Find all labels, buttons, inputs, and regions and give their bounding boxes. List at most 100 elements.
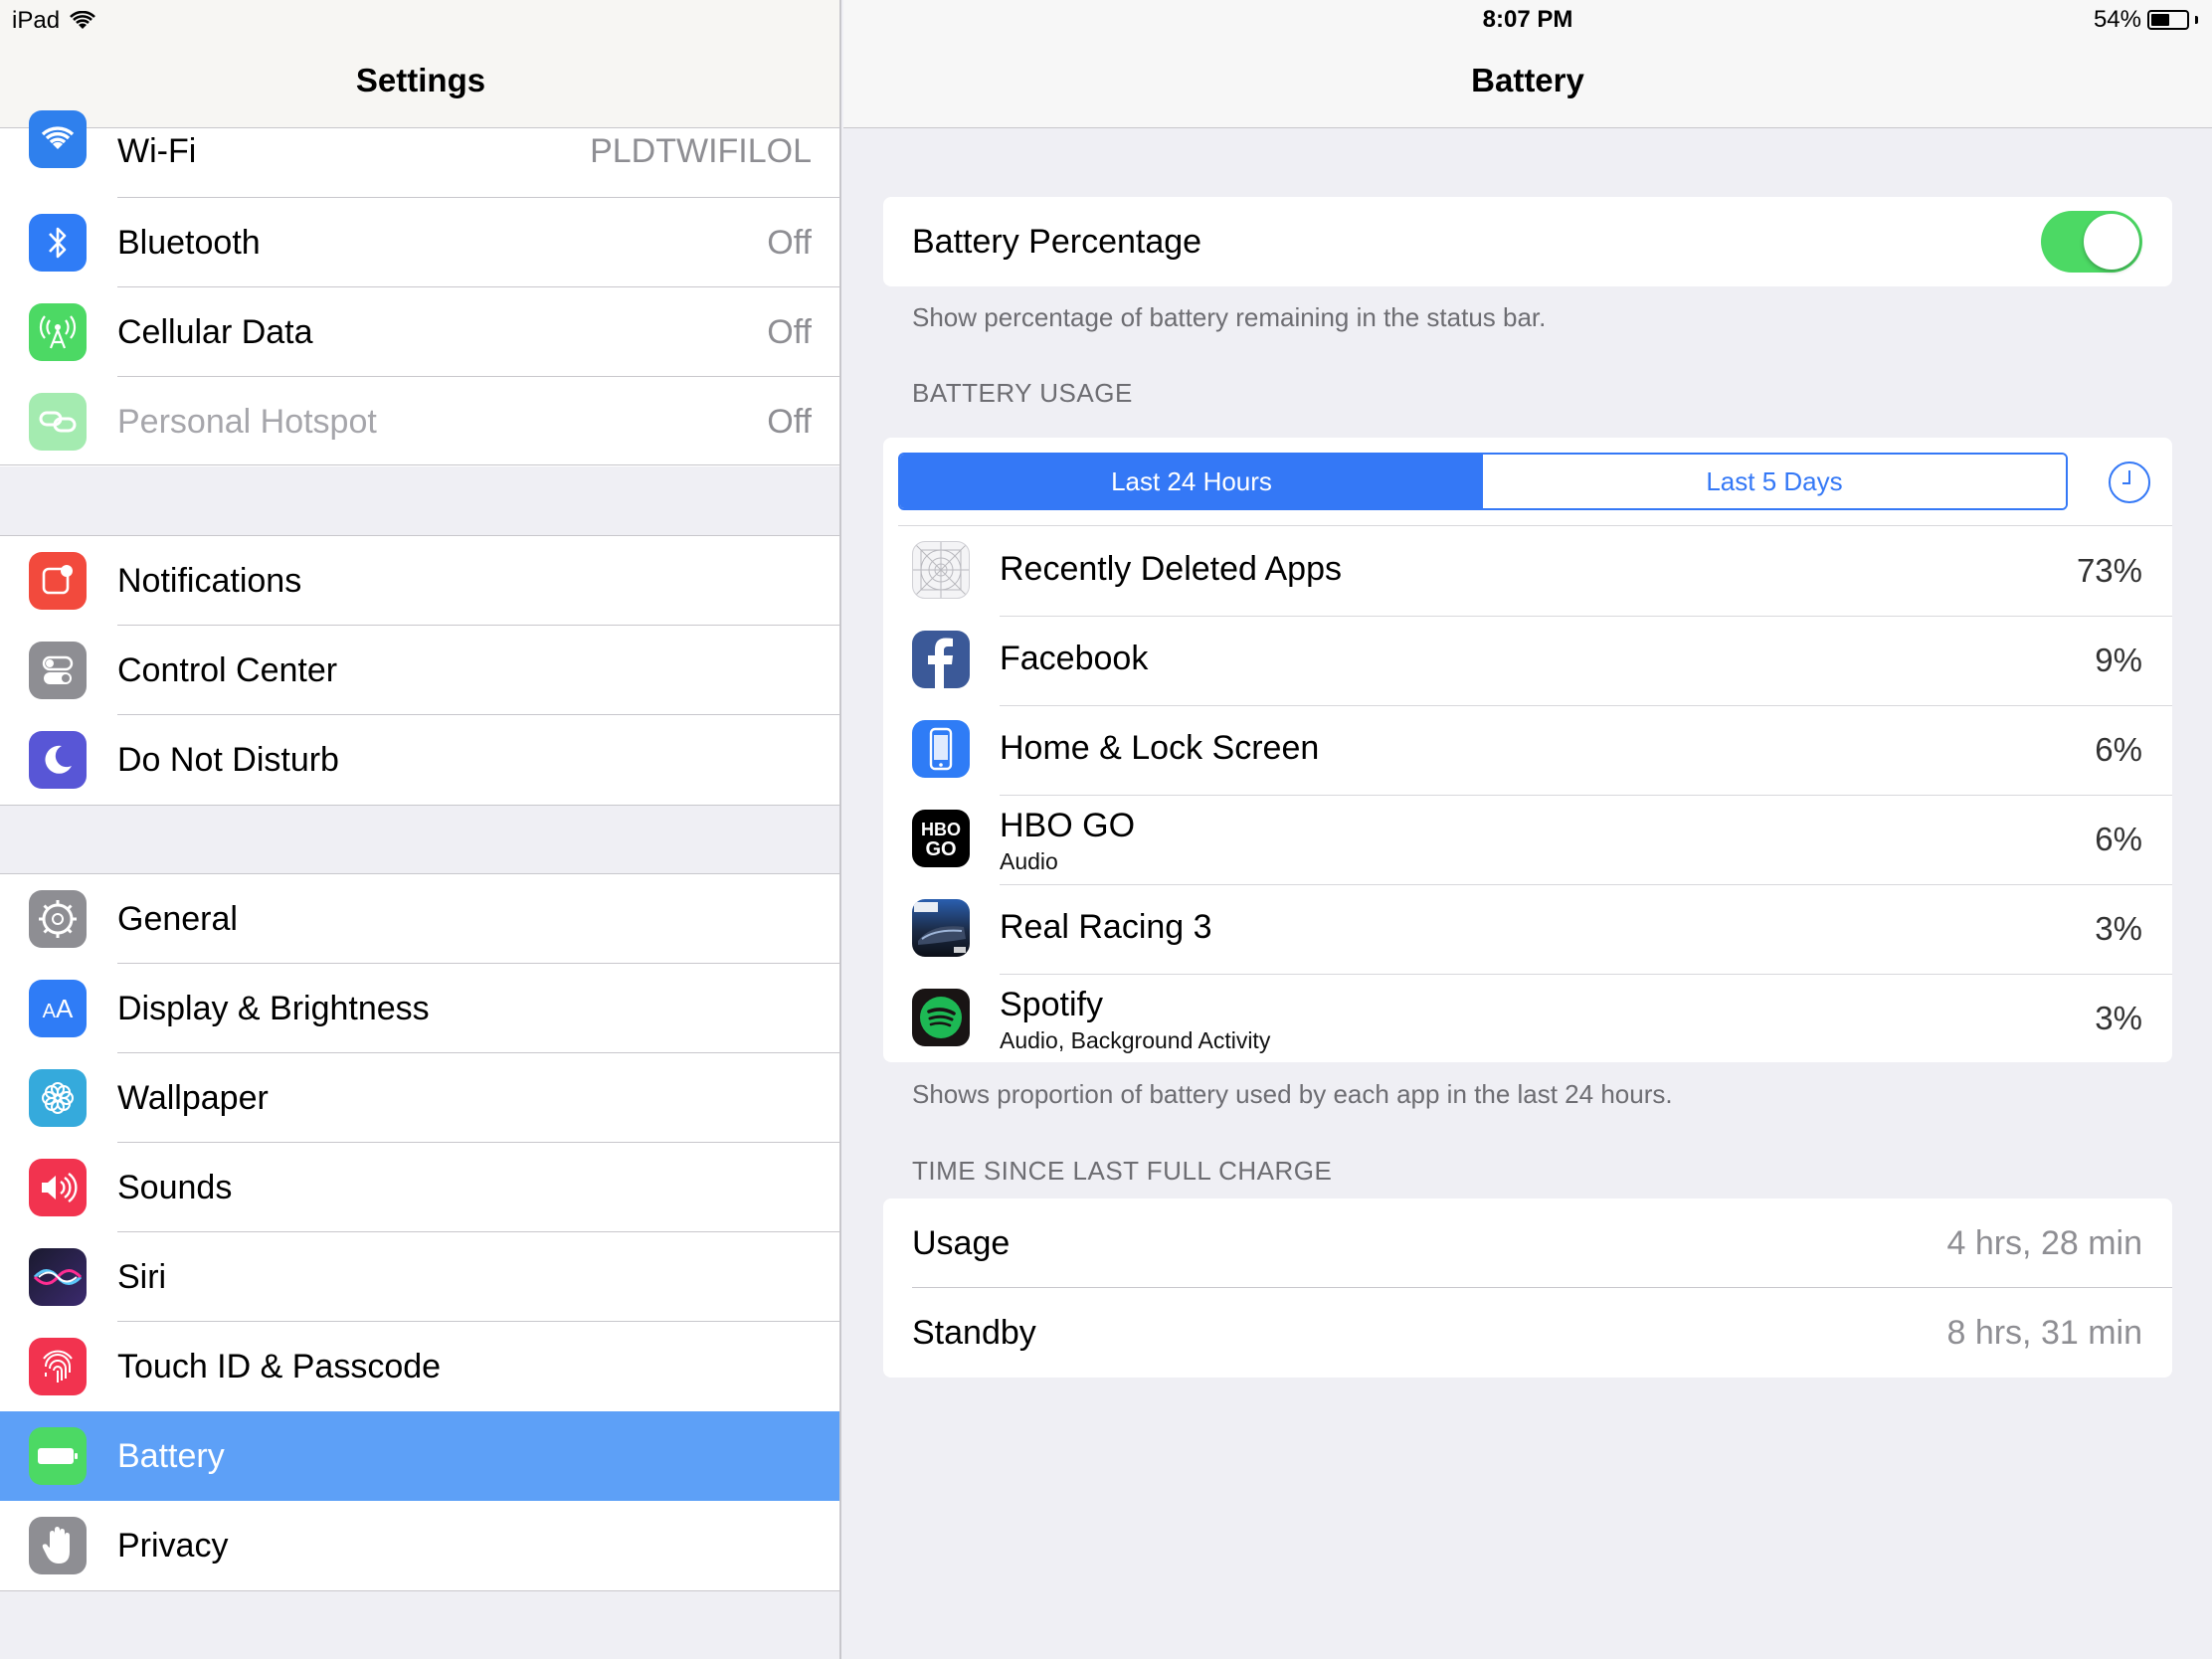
wifi-icon (29, 110, 87, 168)
svg-text:HBO: HBO (921, 820, 961, 839)
usage-label: Usage (912, 1224, 1011, 1262)
sidebar-item-bluetooth[interactable]: Bluetooth Off (0, 198, 839, 287)
app-percent: 6% (2095, 821, 2142, 857)
list-item: Facebook 9% (883, 616, 2172, 705)
battery-percentage-card: Battery Percentage (883, 197, 2172, 286)
battery-percentage-toggle[interactable] (2041, 211, 2142, 273)
home-lock-icon (912, 720, 970, 778)
list-item: HBO GO HBO GO Audio 6% (883, 795, 2172, 884)
app-name: Real Racing 3 (1000, 908, 1212, 946)
wifi-status-icon (70, 11, 95, 29)
sidebar-item-cellular-data[interactable]: Cellular Data Off (0, 287, 839, 377)
list-item: Home & Lock Screen 6% (883, 705, 2172, 795)
sidebar-item-do-not-disturb[interactable]: Do Not Disturb (0, 715, 839, 805)
battery-status-icon (2147, 10, 2189, 30)
fingerprint-icon (29, 1338, 87, 1395)
bluetooth-value: Off (767, 224, 812, 262)
display-icon: AA (29, 980, 87, 1037)
display-icon-glyph: AA (42, 993, 74, 1023)
sidebar-item-label: Wallpaper (117, 1079, 269, 1117)
list-item: Spotify Audio, Background Activity 3% (883, 974, 2172, 1063)
toggle-knob (2084, 214, 2139, 270)
bluetooth-icon (29, 214, 87, 272)
device-name: iPad (12, 7, 61, 34)
sidebar-item-label: Personal Hotspot (117, 403, 377, 441)
sidebar-item-wifi[interactable]: Wi-Fi PLDTWIFILOL (0, 110, 839, 198)
sidebar-item-label: General (117, 900, 238, 938)
charge-time-card: Usage 4 hrs, 28 min Standby 8 hrs, 31 mi… (883, 1198, 2172, 1378)
sidebar-item-label: Siri (117, 1258, 167, 1296)
app-percent: 73% (2076, 552, 2142, 589)
notifications-group: Notifications Control Center Do Not Dist… (0, 535, 839, 806)
status-time: 8:07 PM (1482, 6, 1573, 33)
usage-row: Usage 4 hrs, 28 min (883, 1198, 2172, 1288)
settings-sidebar: iPad Settings Wi-Fi PLDTWIFILOL Bluetoot… (0, 0, 841, 1659)
real-racing-icon (912, 899, 970, 957)
sidebar-item-touch-id[interactable]: Touch ID & Passcode (0, 1322, 839, 1411)
moon-icon (29, 731, 87, 789)
battery-usage-card: Last 24 Hours Last 5 Days Recently Delet… (883, 438, 2172, 1062)
group-divider (0, 464, 839, 465)
app-name: Recently Deleted Apps (1000, 550, 1342, 588)
connectivity-group: Wi-Fi PLDTWIFILOL Bluetooth Off Cellular… (0, 110, 839, 466)
hand-icon (29, 1517, 87, 1574)
battery-percentage-row: Battery Percentage (883, 197, 2172, 286)
sidebar-item-privacy[interactable]: Privacy (0, 1501, 839, 1590)
page-title: Battery (1471, 62, 1584, 98)
app-subtitle: Audio (1000, 848, 1058, 874)
tab-last-24-hours[interactable]: Last 24 Hours (900, 455, 1483, 508)
status-bar-left: iPad (12, 7, 95, 35)
tab-last-5-days[interactable]: Last 5 Days (1483, 455, 2066, 508)
notifications-icon (29, 552, 87, 610)
usage-value: 4 hrs, 28 min (1946, 1224, 2142, 1262)
sidebar-item-battery[interactable]: Battery (0, 1411, 839, 1501)
battery-header: 8:07 PM 54% Battery (843, 0, 2212, 128)
sidebar-item-general[interactable]: General (0, 874, 839, 964)
battery-usage-header: BATTERY USAGE (912, 378, 1133, 408)
sidebar-header: iPad Settings (0, 0, 839, 128)
svg-text:GO: GO (925, 838, 956, 860)
sidebar-item-notifications[interactable]: Notifications (0, 536, 839, 626)
sidebar-item-label: Privacy (117, 1527, 229, 1565)
sidebar-item-label: Notifications (117, 562, 302, 600)
sidebar-item-label: Do Not Disturb (117, 741, 339, 779)
facebook-icon (912, 631, 970, 688)
deleted-apps-icon (912, 541, 970, 599)
battery-percentage-label: Battery Percentage (912, 223, 1202, 261)
row-separator (1000, 884, 2172, 885)
battery-percentage-footer: Show percentage of battery remaining in … (912, 302, 1547, 332)
charge-time-header: TIME SINCE LAST FULL CHARGE (912, 1156, 1333, 1186)
app-name: HBO GO (1000, 807, 1136, 844)
sidebar-item-sounds[interactable]: Sounds (0, 1143, 839, 1232)
sidebar-item-label: Bluetooth (117, 224, 261, 262)
app-name: Spotify (1000, 986, 1103, 1023)
standby-row: Standby 8 hrs, 31 min (883, 1288, 2172, 1378)
sidebar-item-display-brightness[interactable]: AA Display & Brightness (0, 964, 839, 1053)
sidebar-item-siri[interactable]: Siri (0, 1232, 839, 1322)
general-group: General AA Display & Brightness Wallpape… (0, 873, 839, 1591)
hotspot-icon (29, 393, 87, 451)
app-name: Home & Lock Screen (1000, 729, 1320, 767)
sidebar-item-control-center[interactable]: Control Center (0, 626, 839, 715)
battery-usage-footer: Shows proportion of battery used by each… (912, 1079, 1673, 1109)
cellular-value: Off (767, 313, 812, 351)
battery-percent-status: 54% (2093, 6, 2141, 33)
hotspot-value: Off (767, 403, 812, 441)
clock-icon[interactable] (2109, 461, 2150, 503)
list-item: Recently Deleted Apps 73% (883, 526, 2172, 616)
wifi-network-value: PLDTWIFILOL (590, 132, 812, 170)
app-name: Facebook (1000, 640, 1149, 677)
sidebar-item-label: Display & Brightness (117, 990, 430, 1027)
row-separator (1000, 705, 2172, 706)
list-item: Real Racing 3 3% (883, 884, 2172, 974)
sidebar-item-label: Control Center (117, 651, 338, 689)
app-subtitle: Audio, Background Activity (1000, 1027, 1271, 1053)
battery-status-fill (2151, 14, 2170, 26)
wallpaper-icon (29, 1069, 87, 1127)
sidebar-item-personal-hotspot[interactable]: Personal Hotspot Off (0, 377, 839, 466)
sidebar-item-label: Cellular Data (117, 313, 313, 351)
sidebar-item-wallpaper[interactable]: Wallpaper (0, 1053, 839, 1143)
status-bar-right: 54% (2094, 6, 2198, 34)
app-percent: 3% (2095, 1000, 2142, 1036)
sidebar-item-label: Touch ID & Passcode (117, 1348, 442, 1385)
